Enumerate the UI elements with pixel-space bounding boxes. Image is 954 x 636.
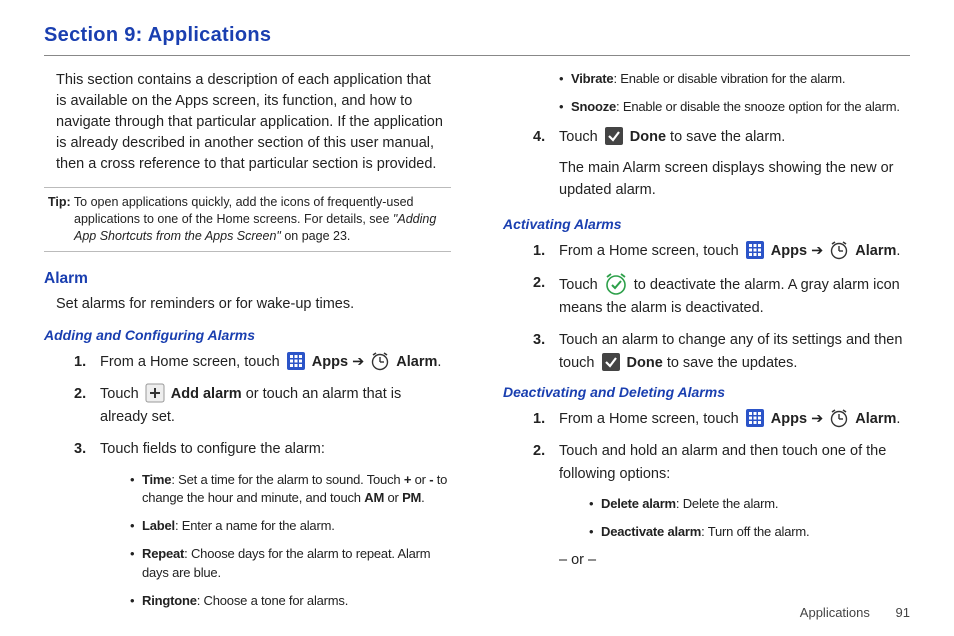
deactivating-heading: Deactivating and Deleting Alarms xyxy=(503,384,910,400)
alarm-active-icon xyxy=(604,272,628,296)
step-4-list: 4. Touch Done to save the alarm. xyxy=(533,126,910,148)
checkmark-icon xyxy=(604,126,624,146)
config-bullets-continued: Vibrate: Enable or disable vibration for… xyxy=(559,70,910,117)
vibrate-label: Vibrate xyxy=(571,71,613,86)
step-1: 1. From a Home screen, touch Apps ➔ Alar… xyxy=(74,351,451,373)
footer-section: Applications xyxy=(800,605,870,620)
arrow-text: ➔ xyxy=(811,411,827,427)
tip-box: Tip: To open applications quickly, add t… xyxy=(44,187,451,252)
page-footer: Applications 91 xyxy=(800,605,910,620)
act-3-text-b: to save the updates. xyxy=(667,355,798,371)
title-rule xyxy=(44,55,910,56)
adding-steps: 1. From a Home screen, touch Apps ➔ Alar… xyxy=(74,351,451,611)
deactivate-alarm-label: Deactivate alarm xyxy=(601,524,701,539)
apps-icon xyxy=(745,408,765,428)
repeat-label: Repeat xyxy=(142,546,184,561)
time-label: Time xyxy=(142,472,171,487)
ringtone-text: : Choose a tone for alarms. xyxy=(197,593,348,608)
time-or: or xyxy=(411,472,429,487)
checkmark-icon xyxy=(601,352,621,372)
plus-icon xyxy=(145,383,165,403)
am-label: AM xyxy=(364,490,384,505)
bullet-label: Label: Enter a name for the alarm. xyxy=(130,517,451,536)
repeat-text: : Choose days for the alarm to repeat. A… xyxy=(142,546,430,580)
label-text: : Enter a name for the alarm. xyxy=(175,518,335,533)
label-label: Label xyxy=(142,518,175,533)
apps-label: Apps xyxy=(771,411,811,427)
time-text-1: : Set a time for the alarm to sound. Tou… xyxy=(171,472,404,487)
pm-label: PM xyxy=(402,490,421,505)
bullet-deactivate-alarm: Deactivate alarm: Turn off the alarm. xyxy=(589,523,910,542)
column-right: Vibrate: Enable or disable vibration for… xyxy=(503,70,910,621)
delete-alarm-label: Delete alarm xyxy=(601,496,676,511)
arrow-text: ➔ xyxy=(811,243,827,259)
page-number: 91 xyxy=(896,605,910,620)
bullet-snooze: Snooze: Enable or disable the snooze opt… xyxy=(559,98,910,117)
done-label: Done xyxy=(630,129,666,145)
tip-text-1: To open applications quickly, add the ic… xyxy=(71,195,414,226)
snooze-label: Snooze xyxy=(571,99,616,114)
delete-alarm-text: : Delete the alarm. xyxy=(676,496,778,511)
step-4-text-a: Touch xyxy=(559,129,602,145)
alarm-description: Set alarms for reminders or for wake-up … xyxy=(56,294,451,315)
intro-paragraph: This section contains a description of e… xyxy=(56,70,445,175)
bullet-repeat: Repeat: Choose days for the alarm to rep… xyxy=(130,545,451,583)
alarm-clock-icon xyxy=(829,240,849,260)
activating-heading: Activating Alarms xyxy=(503,216,910,232)
deactivating-steps: 1. From a Home screen, touch Apps ➔ Alar… xyxy=(533,408,910,542)
bullet-ringtone: Ringtone: Choose a tone for alarms. xyxy=(130,592,451,611)
snooze-text: : Enable or disable the snooze option fo… xyxy=(616,99,900,114)
alarm-label: Alarm xyxy=(855,411,896,427)
step-3-text: Touch fields to configure the alarm: xyxy=(100,441,325,457)
deact-step-2: 2. Touch and hold an alarm and then touc… xyxy=(533,440,910,542)
adding-alarms-heading: Adding and Configuring Alarms xyxy=(44,327,451,343)
tip-text-2: on page 23. xyxy=(281,229,351,243)
vibrate-text: : Enable or disable vibration for the al… xyxy=(613,71,845,86)
done-label: Done xyxy=(627,355,663,371)
step-2-text-a: Touch xyxy=(100,386,143,402)
step-3: 3. Touch fields to configure the alarm: … xyxy=(74,438,451,611)
apps-label: Apps xyxy=(771,243,811,259)
step-4: 4. Touch Done to save the alarm. xyxy=(533,126,910,148)
or-divider: – or – xyxy=(559,552,910,568)
alarm-heading: Alarm xyxy=(44,270,451,288)
time-end: . xyxy=(421,490,424,505)
bullet-vibrate: Vibrate: Enable or disable vibration for… xyxy=(559,70,910,89)
config-bullets: Time: Set a time for the alarm to sound.… xyxy=(130,471,451,611)
apps-icon xyxy=(745,240,765,260)
deact-bullets: Delete alarm: Delete the alarm. Deactiva… xyxy=(589,495,910,542)
act-step-1: 1. From a Home screen, touch Apps ➔ Alar… xyxy=(533,240,910,262)
act-2-text-a: Touch xyxy=(559,277,602,293)
add-alarm-label: Add alarm xyxy=(171,386,242,402)
bullet-time: Time: Set a time for the alarm to sound.… xyxy=(130,471,451,509)
deact-1-text: From a Home screen, touch xyxy=(559,411,743,427)
alarm-label: Alarm xyxy=(855,243,896,259)
step-1-text-a: From a Home screen, touch xyxy=(100,354,284,370)
tip-label: Tip: xyxy=(48,195,71,209)
step-4-continuation: The main Alarm screen displays showing t… xyxy=(559,158,910,202)
step-4-text-b: to save the alarm. xyxy=(670,129,785,145)
act-step-3: 3. Touch an alarm to change any of its s… xyxy=(533,329,910,374)
alarm-clock-icon xyxy=(829,408,849,428)
time-or-2: or xyxy=(384,490,402,505)
ringtone-label: Ringtone xyxy=(142,593,197,608)
apps-icon xyxy=(286,351,306,371)
alarm-label: Alarm xyxy=(396,354,437,370)
apps-label: Apps xyxy=(312,354,352,370)
act-step-2: 2. Touch to deactivate the alarm. A gray… xyxy=(533,272,910,319)
section-title: Section 9: Applications xyxy=(44,24,910,47)
deact-2-text: Touch and hold an alarm and then touch o… xyxy=(559,443,886,481)
step-2: 2. Touch Add alarm or touch an alarm tha… xyxy=(74,383,451,428)
act-1-text: From a Home screen, touch xyxy=(559,243,743,259)
arrow-text: ➔ xyxy=(352,354,368,370)
two-column-layout: This section contains a description of e… xyxy=(44,70,910,621)
alarm-clock-icon xyxy=(370,351,390,371)
activating-steps: 1. From a Home screen, touch Apps ➔ Alar… xyxy=(533,240,910,374)
deact-step-1: 1. From a Home screen, touch Apps ➔ Alar… xyxy=(533,408,910,430)
column-left: This section contains a description of e… xyxy=(44,70,451,621)
bullet-delete-alarm: Delete alarm: Delete the alarm. xyxy=(589,495,910,514)
deactivate-alarm-text: : Turn off the alarm. xyxy=(701,524,809,539)
